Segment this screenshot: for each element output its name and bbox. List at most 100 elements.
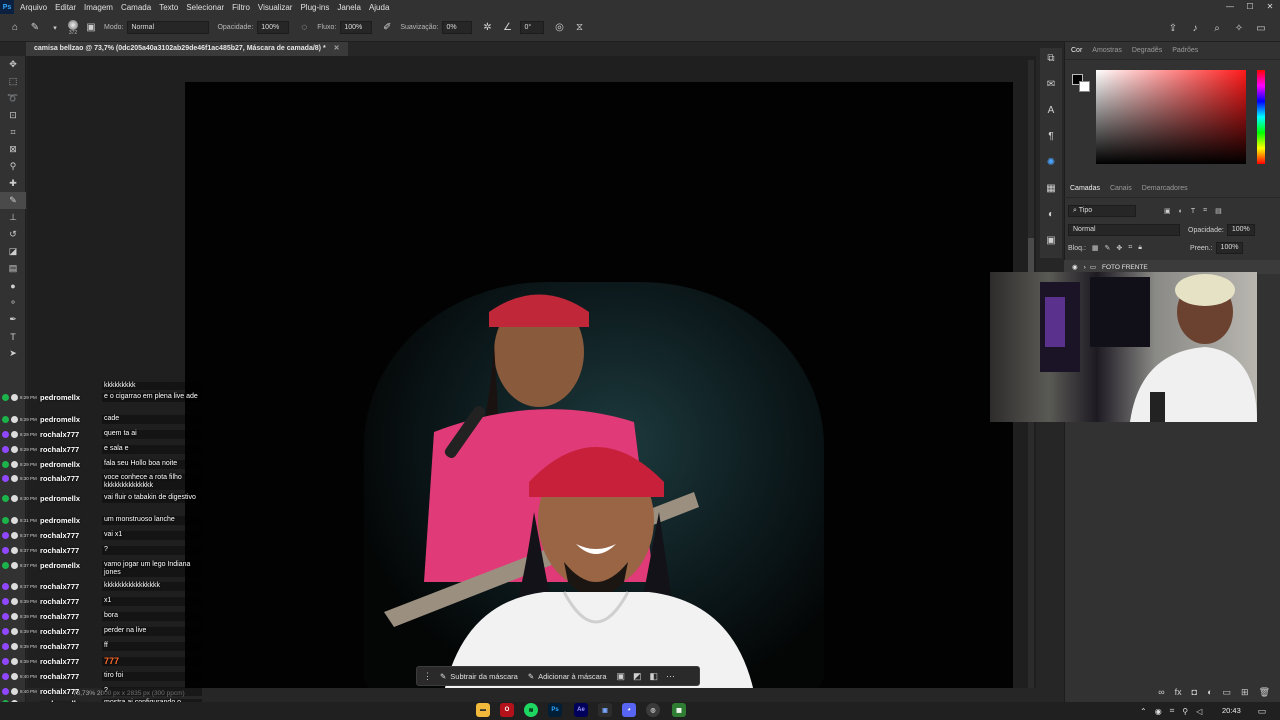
- menu-selecionar[interactable]: Selecionar: [186, 3, 224, 12]
- filter-pixel-icon[interactable]: ▣: [1164, 207, 1171, 215]
- speaker-icon[interactable]: ◁: [1196, 707, 1202, 716]
- blend-mode-select[interactable]: Normal: [1068, 224, 1180, 236]
- smoothing-settings-icon[interactable]: ✲: [480, 21, 494, 35]
- filter-adjustment-icon[interactable]: ◐: [1179, 208, 1183, 215]
- taskbar-clock[interactable]: 20:43: [1222, 702, 1241, 720]
- move-tool-icon[interactable]: ✥: [0, 56, 26, 73]
- lasso-tool-icon[interactable]: ➰: [0, 90, 26, 107]
- layer-filter-select[interactable]: ⌕ Tipo: [1068, 205, 1136, 217]
- tab-degrades[interactable]: Degradês: [1132, 47, 1162, 54]
- pressure-opacity-icon[interactable]: ◌: [297, 21, 311, 35]
- filter-type-icon[interactable]: T: [1191, 208, 1195, 215]
- blur-tool-icon[interactable]: ●: [0, 277, 26, 294]
- filter-smart-object-icon[interactable]: ▤: [1215, 207, 1222, 215]
- chat-username[interactable]: rochalx777: [40, 546, 102, 555]
- document-tab[interactable]: camisa bellzao @ 73,7% (0dc205a40a3102ab…: [26, 42, 348, 56]
- spotify-icon[interactable]: ≋: [524, 703, 538, 717]
- chat-username[interactable]: rochalx777: [40, 627, 102, 636]
- network-icon[interactable]: ⌗: [1170, 706, 1175, 716]
- chat-username[interactable]: rochalx777: [40, 612, 102, 621]
- home-icon[interactable]: ⌂: [8, 21, 22, 35]
- add-mask-button[interactable]: ✎ Adicionar à máscara: [528, 672, 607, 681]
- link-layers-icon[interactable]: ∞: [1158, 687, 1164, 697]
- lock-position-icon[interactable]: ✥: [1116, 244, 1122, 252]
- usb-icon[interactable]: ⚲: [1182, 707, 1188, 716]
- chat-username[interactable]: [40, 382, 102, 390]
- menu-plugins[interactable]: Plug-ins: [300, 3, 329, 12]
- background-color-swatch[interactable]: [1079, 81, 1090, 92]
- pressure-size-icon[interactable]: ◎: [552, 21, 566, 35]
- comments-icon[interactable]: ✉: [1040, 74, 1062, 94]
- fx-icon[interactable]: fx: [1175, 687, 1182, 697]
- discord-icon[interactable]: ◕: [622, 703, 636, 717]
- menu-ajuda[interactable]: Ajuda: [369, 3, 389, 12]
- eraser-tool-icon[interactable]: ◪: [0, 243, 26, 260]
- type-tool-icon[interactable]: T: [0, 328, 26, 345]
- chevron-up-icon[interactable]: ⌃: [1140, 707, 1147, 716]
- menu-filtro[interactable]: Filtro: [232, 3, 250, 12]
- lock-transparency-icon[interactable]: ▦: [1092, 244, 1099, 252]
- new-layer-icon[interactable]: ⊞: [1241, 687, 1249, 698]
- subtract-mask-button[interactable]: ✎ Subtrair da máscara: [440, 672, 518, 681]
- chat-username[interactable]: rochalx777: [40, 474, 102, 490]
- search-icon[interactable]: ⌕: [1206, 23, 1228, 34]
- share-icon[interactable]: ⇪: [1162, 23, 1184, 34]
- brush-preset-picker[interactable]: 372: [68, 19, 78, 36]
- chat-username[interactable]: rochalx777: [40, 672, 102, 681]
- lock-artboard-icon[interactable]: ⌗: [1128, 244, 1132, 252]
- new-adjustment-icon[interactable]: ◐: [1207, 687, 1212, 697]
- angle-field[interactable]: 0°: [520, 21, 545, 34]
- chat-username[interactable]: pedromellx: [40, 415, 102, 424]
- chat-username[interactable]: rochalx777: [40, 642, 102, 651]
- chat-username[interactable]: rochalx777: [40, 430, 102, 439]
- brush-settings-icon[interactable]: ▣: [84, 21, 98, 35]
- tab-demarcadores[interactable]: Demarcadores: [1142, 185, 1188, 192]
- bell-icon[interactable]: ♪: [1184, 23, 1206, 34]
- filter-shape-icon[interactable]: ⌗: [1203, 207, 1207, 215]
- opera-icon[interactable]: O: [500, 703, 514, 717]
- tab-cor[interactable]: Cor: [1071, 47, 1082, 54]
- chat-username[interactable]: rochalx777: [40, 531, 102, 540]
- chat-username[interactable]: rochalx777: [40, 582, 102, 591]
- tab-canais[interactable]: Canais: [1110, 185, 1132, 192]
- plugins-icon[interactable]: ✺: [1040, 152, 1062, 172]
- tab-close-icon[interactable]: ✕: [334, 45, 340, 52]
- new-group-icon[interactable]: ▭: [1223, 687, 1232, 698]
- clone-stamp-tool-icon[interactable]: ⊥: [0, 209, 26, 226]
- paragraph-icon[interactable]: ¶: [1040, 126, 1062, 146]
- mask-refine-icon[interactable]: ◧: [650, 671, 659, 682]
- brush-tool-icon-active[interactable]: ✎: [0, 192, 26, 209]
- symmetry-icon[interactable]: ⧖: [572, 21, 586, 35]
- workspace-icon[interactable]: ▭: [1250, 23, 1272, 34]
- menu-visualizar[interactable]: Visualizar: [258, 3, 293, 12]
- tab-camadas[interactable]: Camadas: [1070, 185, 1100, 192]
- drag-handle-icon[interactable]: ⋮: [423, 671, 432, 682]
- menu-janela[interactable]: Janela: [337, 3, 361, 12]
- mode-select[interactable]: Normal: [127, 21, 210, 34]
- chat-username[interactable]: pedromellx: [40, 460, 102, 469]
- add-mask-icon[interactable]: ◘: [1192, 687, 1197, 697]
- chat-username[interactable]: rochalx777: [40, 597, 102, 606]
- eyedropper-tool-icon[interactable]: ⚲: [0, 158, 26, 175]
- trash-icon[interactable]: 🗑︎: [1259, 687, 1270, 698]
- chat-username[interactable]: pedromellx: [40, 561, 102, 577]
- healing-brush-tool-icon[interactable]: ✚: [0, 175, 26, 192]
- tab-amostras[interactable]: Amostras: [1092, 47, 1122, 54]
- notification-icon[interactable]: ▭: [1252, 702, 1272, 720]
- history-brush-tool-icon[interactable]: ↺: [0, 226, 26, 243]
- lock-image-icon[interactable]: ✎: [1105, 244, 1111, 252]
- history-icon[interactable]: ⧉: [1040, 48, 1062, 68]
- minimize-icon[interactable]: —: [1220, 0, 1240, 14]
- adjustments-icon[interactable]: ◐: [1040, 204, 1062, 224]
- menu-arquivo[interactable]: Arquivo: [20, 3, 47, 12]
- chat-username[interactable]: pedromellx: [40, 516, 102, 525]
- file-explorer-icon[interactable]: ▬: [476, 703, 490, 717]
- lock-all-icon[interactable]: 🔒︎: [1138, 244, 1142, 252]
- more-options-icon[interactable]: ⋯: [666, 671, 675, 682]
- brush-tool-icon[interactable]: ✎: [28, 21, 42, 35]
- chat-username[interactable]: rochalx777: [40, 445, 102, 454]
- menu-camada[interactable]: Camada: [121, 3, 151, 12]
- mask-properties-icon[interactable]: ▣: [617, 671, 626, 682]
- object-selection-tool-icon[interactable]: ⊡: [0, 107, 26, 124]
- path-selection-tool-icon[interactable]: ➤: [0, 345, 26, 362]
